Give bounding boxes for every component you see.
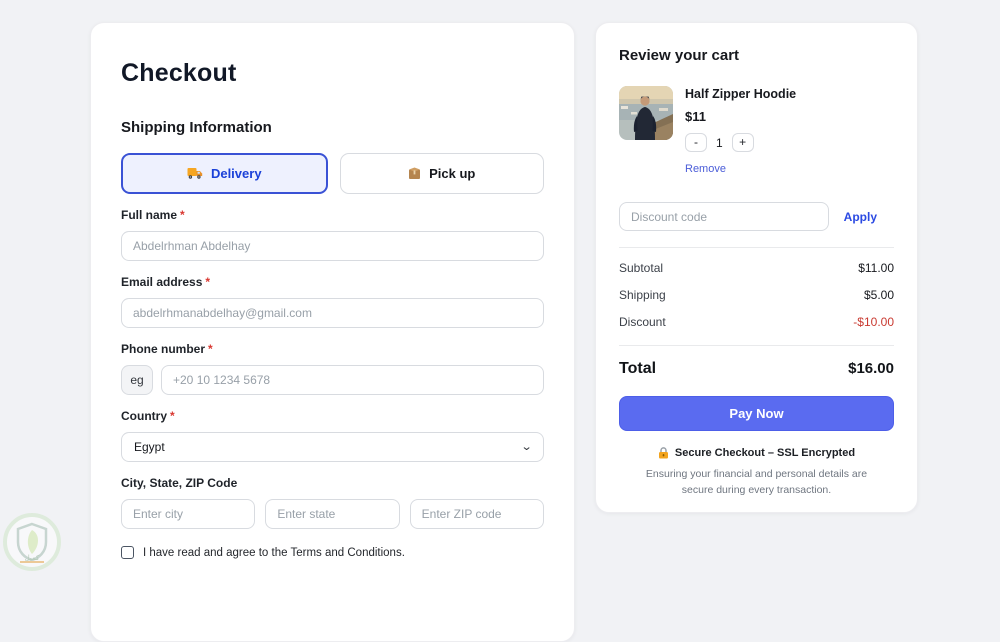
chevron-down-icon: ⌄: [520, 442, 532, 453]
phone-label: Phone number*: [121, 342, 544, 356]
quantity-increase-button[interactable]: +: [732, 133, 754, 152]
quantity-stepper: - 1 +: [685, 133, 796, 152]
pay-now-button[interactable]: Pay Now: [619, 396, 894, 431]
terms-row: I have read and agree to the Terms and C…: [121, 546, 544, 559]
secure-checkout-label: Secure Checkout – SSL Encrypted: [675, 447, 855, 459]
full-name-field-group: Full name*: [121, 208, 544, 261]
product-price: $11: [685, 109, 796, 124]
state-input[interactable]: [265, 499, 399, 529]
total-label: Total: [619, 360, 656, 378]
secure-checkout-note: Ensuring your financial and personal det…: [633, 466, 880, 499]
summary-row-shipping: Shipping $5.00: [619, 288, 894, 302]
phone-country-prefix[interactable]: eg: [121, 365, 153, 395]
required-asterisk: *: [170, 409, 175, 423]
pickup-button[interactable]: Pick up: [340, 153, 545, 194]
lock-icon: [658, 447, 669, 459]
country-select-value: Egypt: [134, 440, 165, 454]
summary-row-subtotal: Subtotal $11.00: [619, 261, 894, 275]
total-row: Total $16.00: [619, 360, 894, 378]
email-field-group: Email address*: [121, 275, 544, 328]
checkout-card: Checkout Shipping Information Delivery: [90, 22, 575, 642]
remove-item-link[interactable]: Remove: [685, 163, 726, 175]
discount-row: Apply: [619, 202, 894, 231]
cart-title: Review your cart: [619, 47, 894, 64]
svg-text:كميل: كميل: [25, 554, 40, 562]
product-image: [619, 86, 673, 140]
pickup-button-label: Pick up: [429, 166, 475, 181]
divider: [619, 247, 894, 248]
zip-input[interactable]: [410, 499, 544, 529]
divider: [619, 345, 894, 346]
country-select[interactable]: Egypt ⌄: [121, 432, 544, 462]
secure-checkout-row: Secure Checkout – SSL Encrypted: [619, 447, 894, 459]
order-summary: Subtotal $11.00 Shipping $5.00 Discount …: [619, 261, 894, 329]
full-name-label: Full name*: [121, 208, 544, 222]
required-asterisk: *: [180, 208, 185, 222]
city-input[interactable]: [121, 499, 255, 529]
required-asterisk: *: [208, 342, 213, 356]
product-name: Half Zipper Hoodie: [685, 87, 796, 101]
country-field-group: Country* Egypt ⌄: [121, 409, 544, 462]
terms-checkbox[interactable]: [121, 546, 134, 559]
required-asterisk: *: [205, 275, 210, 289]
phone-field-group: Phone number* eg: [121, 342, 544, 395]
total-value: $16.00: [848, 360, 894, 377]
email-label: Email address*: [121, 275, 544, 289]
quantity-value: 1: [716, 136, 723, 150]
shipping-method-toggle: Delivery Pick up: [121, 153, 544, 194]
page-title: Checkout: [121, 59, 544, 88]
cart-card: Review your cart Half Zipper Hoodie: [595, 22, 918, 513]
city-state-zip-field-group: City, State, ZIP Code: [121, 476, 544, 529]
truck-icon: [187, 167, 203, 180]
shipping-section-title: Shipping Information: [121, 119, 544, 136]
terms-label: I have read and agree to the Terms and C…: [143, 547, 405, 559]
discount-code-input[interactable]: [619, 202, 829, 231]
delivery-button[interactable]: Delivery: [121, 153, 328, 194]
apply-discount-button[interactable]: Apply: [844, 210, 877, 224]
package-icon: [408, 167, 421, 180]
summary-row-discount: Discount -$10.00: [619, 315, 894, 329]
cart-item: Half Zipper Hoodie $11 - 1 + Remove: [619, 86, 894, 177]
country-label: Country*: [121, 409, 544, 423]
full-name-input[interactable]: [121, 231, 544, 261]
site-watermark-logo: كميل: [2, 512, 62, 572]
email-input[interactable]: [121, 298, 544, 328]
delivery-button-label: Delivery: [211, 166, 262, 181]
quantity-decrease-button[interactable]: -: [685, 133, 707, 152]
phone-input[interactable]: [161, 365, 544, 395]
city-state-zip-label: City, State, ZIP Code: [121, 476, 544, 490]
